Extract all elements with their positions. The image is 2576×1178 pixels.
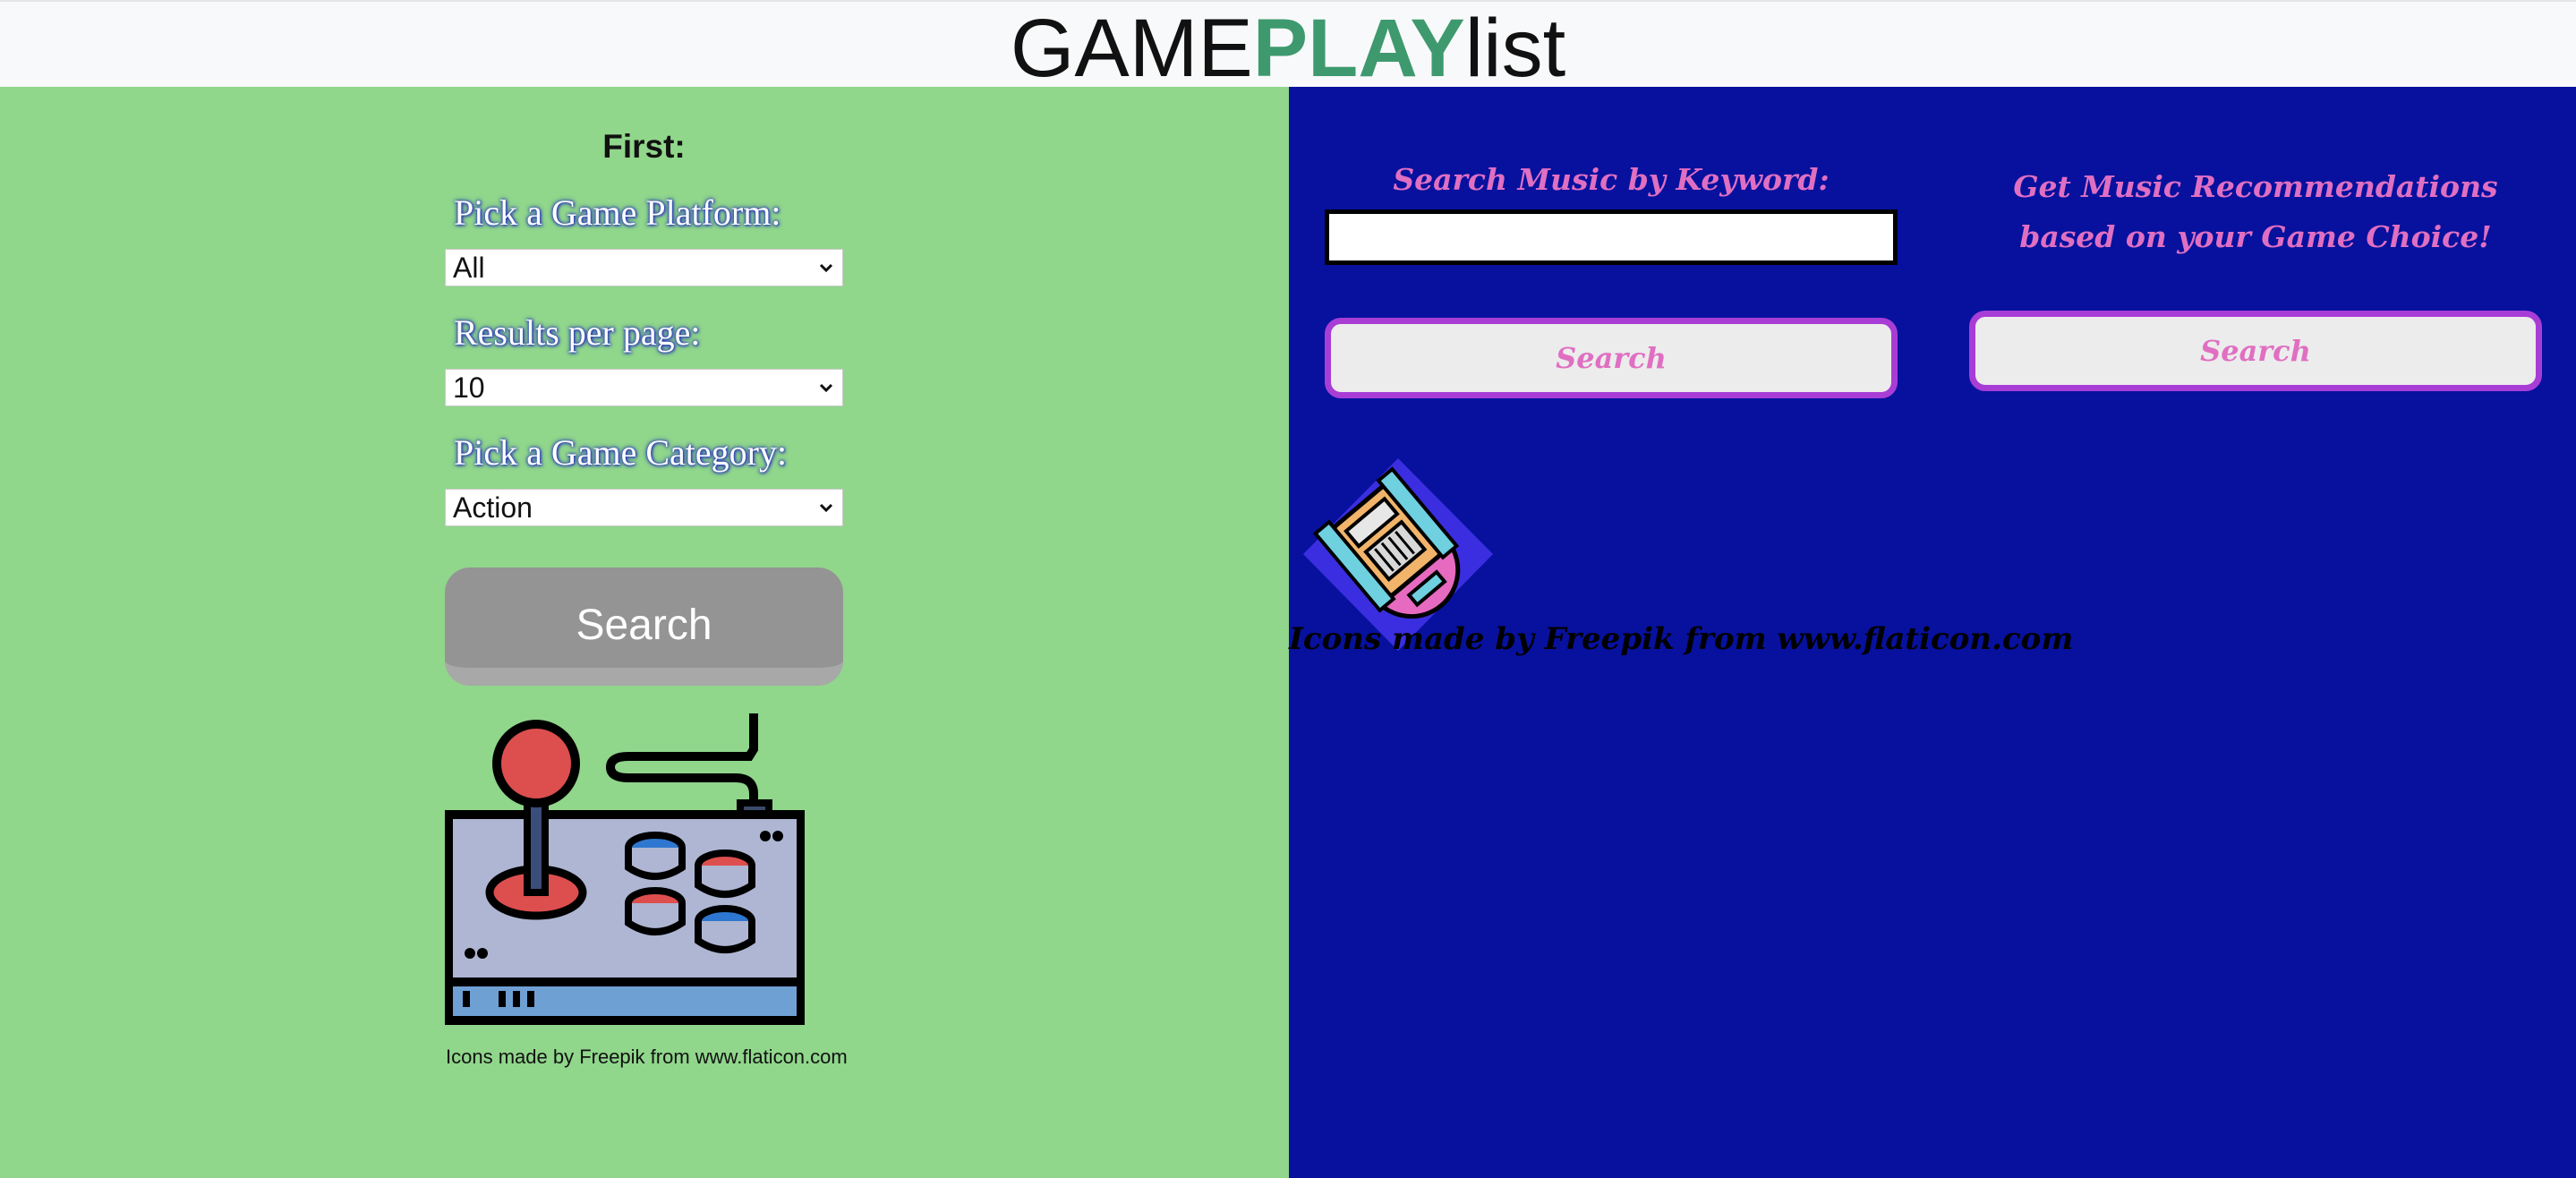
- results-per-page-select[interactable]: 10: [445, 369, 843, 406]
- chevron-down-icon: [819, 503, 833, 513]
- recommendation-label: Get Music Recommendations based on your …: [2013, 169, 2498, 254]
- chevron-down-icon: [819, 383, 833, 393]
- game-search-panel: First: Pick a Game Platform: All Results…: [0, 87, 1289, 1178]
- logo-list: list: [1464, 3, 1566, 94]
- platform-select-value: All: [453, 252, 485, 284]
- right-icon-credit: Icons made by Freepik from www.flaticon.…: [1289, 621, 2074, 657]
- results-per-page-value: 10: [453, 371, 485, 404]
- logo-play: PLAY: [1252, 3, 1465, 94]
- platform-select[interactable]: All: [445, 249, 843, 286]
- game-search-button[interactable]: Search: [445, 568, 843, 686]
- results-per-page-label: Results per page:: [454, 312, 701, 353]
- category-select-value: Action: [453, 491, 533, 524]
- first-label: First:: [602, 128, 686, 165]
- logo-game: GAME: [1010, 3, 1253, 94]
- keyword-search-button[interactable]: Search: [1325, 318, 1898, 398]
- music-search-panel: Search Music by Keyword: Search Get Musi…: [1289, 87, 2576, 1178]
- category-label: Pick a Game Category:: [454, 432, 788, 473]
- chevron-down-icon: [819, 263, 833, 273]
- page-header: GAMEPLAYlist: [0, 0, 2576, 90]
- site-logo[interactable]: GAMEPLAYlist: [0, 7, 2576, 90]
- platform-label: Pick a Game Platform:: [454, 192, 781, 233]
- keyword-label: Search Music by Keyword:: [1393, 162, 1830, 197]
- left-icon-credit: Icons made by Freepik from www.flaticon.…: [446, 1046, 848, 1068]
- recommendation-search-button[interactable]: Search: [1969, 311, 2542, 391]
- category-select[interactable]: Action: [445, 489, 843, 526]
- keyword-search-input[interactable]: [1325, 209, 1898, 265]
